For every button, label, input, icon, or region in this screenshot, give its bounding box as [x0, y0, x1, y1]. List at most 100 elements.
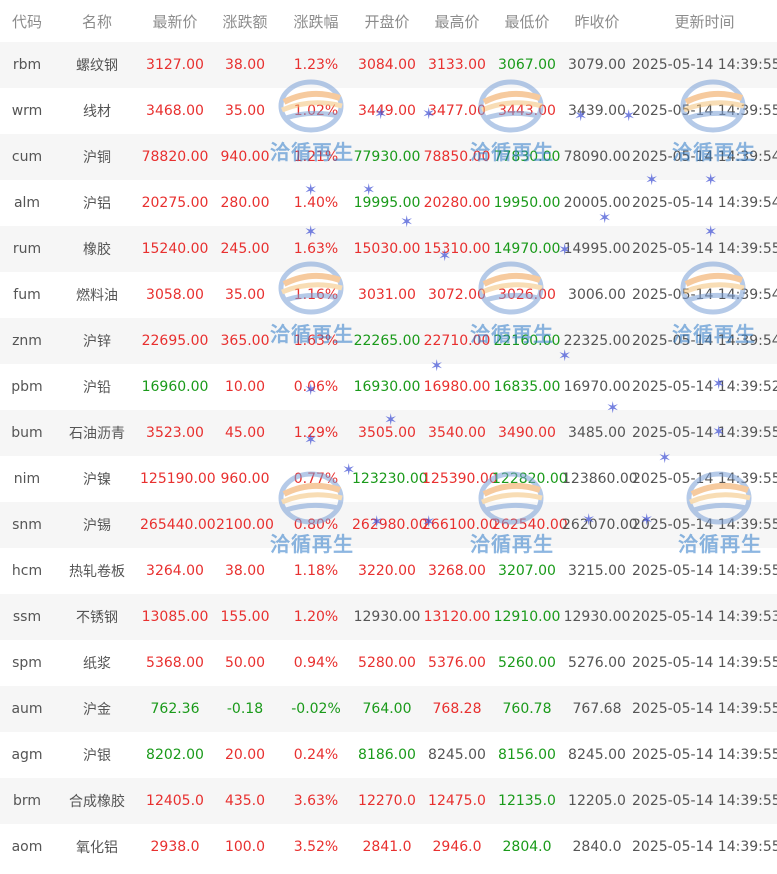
- header-low-price[interactable]: 最低价: [492, 0, 562, 42]
- cell-time: 2025-05-14 14:39:55: [632, 640, 777, 686]
- cell-open: 262980.00: [352, 502, 428, 548]
- table-row[interactable]: spm 纸浆 5368.00 50.00 0.94% 5280.00 5376.00 5260…: [0, 640, 777, 686]
- table-row[interactable]: bum 石油沥青 3523.00 45.00 1.29% 3505.00 3540.00 34…: [0, 410, 777, 456]
- cell-name: 沪铝: [54, 180, 140, 226]
- header-name[interactable]: 名称: [54, 0, 140, 42]
- table-row[interactable]: ssm 不锈钢 13085.00 155.00 1.20% 12930.00 13120.0…: [0, 594, 777, 640]
- cell-prev: 3215.00: [562, 548, 632, 594]
- cell-high: 266100.00: [422, 502, 498, 548]
- cell-code: znm: [0, 318, 54, 364]
- table-row[interactable]: aom 氧化铝 2938.0 100.0 3.52% 2841.0 2946.0 2804.0…: [0, 824, 777, 870]
- cell-prev: 3006.00: [562, 272, 632, 318]
- cell-time: 2025-05-14 14:39:55: [632, 502, 777, 548]
- cell-open: 15030.00: [352, 226, 422, 272]
- cell-name: 氧化铝: [54, 824, 140, 870]
- cell-last: 265440.00: [140, 502, 216, 548]
- cell-prev: 8245.00: [562, 732, 632, 778]
- table-row[interactable]: agm 沪银 8202.00 20.00 0.24% 8186.00 8245.00 8156…: [0, 732, 777, 778]
- cell-chg: 365.00: [210, 318, 280, 364]
- cell-pct: 0.94%: [280, 640, 352, 686]
- cell-code: spm: [0, 640, 54, 686]
- cell-prev: 2840.0: [562, 824, 632, 870]
- cell-low: 2804.0: [492, 824, 562, 870]
- cell-last: 12405.0: [140, 778, 210, 824]
- cell-pct: 3.52%: [280, 824, 352, 870]
- table-row[interactable]: rum 橡胶 15240.00 245.00 1.63% 15030.00 15310.00…: [0, 226, 777, 272]
- cell-name: 沪锌: [54, 318, 140, 364]
- header-update-time[interactable]: 更新时间: [632, 0, 777, 42]
- cell-open: 5280.00: [352, 640, 422, 686]
- cell-last: 15240.00: [140, 226, 210, 272]
- header-last-price[interactable]: 最新价: [140, 0, 210, 42]
- cell-last: 3127.00: [140, 42, 210, 88]
- table-row[interactable]: brm 合成橡胶 12405.0 435.0 3.63% 12270.0 12475.0 12…: [0, 778, 777, 824]
- cell-pct: 3.63%: [280, 778, 352, 824]
- cell-high: 3072.00: [422, 272, 492, 318]
- table-row[interactable]: snm 沪锡 265440.00 2100.00 0.80% 262980.00 26610…: [0, 502, 777, 548]
- cell-time: 2025-05-14 14:39:52: [632, 364, 777, 410]
- cell-high: 3268.00: [422, 548, 492, 594]
- cell-prev: 16970.00: [562, 364, 632, 410]
- cell-pct: 1.02%: [280, 88, 352, 134]
- cell-low: 8156.00: [492, 732, 562, 778]
- cell-high: 3477.00: [422, 88, 492, 134]
- cell-open: 3449.00: [352, 88, 422, 134]
- cell-pct: 1.63%: [280, 226, 352, 272]
- header-change-percent[interactable]: 涨跌幅: [280, 0, 352, 42]
- header-change[interactable]: 涨跌额: [210, 0, 280, 42]
- cell-name: 沪金: [54, 686, 140, 732]
- cell-low: 5260.00: [492, 640, 562, 686]
- table-row[interactable]: nim 沪镍 125190.00 960.00 0.77% 123230.00 125390…: [0, 456, 777, 502]
- cell-code: rbm: [0, 42, 54, 88]
- header-prev-close[interactable]: 昨收价: [562, 0, 632, 42]
- cell-chg: 960.00: [210, 456, 280, 502]
- cell-pct: 0.06%: [280, 364, 352, 410]
- cell-code: brm: [0, 778, 54, 824]
- cell-prev: 767.68: [562, 686, 632, 732]
- cell-code: rum: [0, 226, 54, 272]
- cell-name: 纸浆: [54, 640, 140, 686]
- cell-prev: 262070.00: [562, 502, 638, 548]
- header-high-price[interactable]: 最高价: [422, 0, 492, 42]
- cell-prev: 78090.00: [562, 134, 632, 180]
- cell-open: 3505.00: [352, 410, 422, 456]
- cell-code: agm: [0, 732, 54, 778]
- table-row[interactable]: cum 沪铜 78820.00 940.00 1.21% 77930.00 78850.00…: [0, 134, 777, 180]
- cell-name: 沪锡: [54, 502, 140, 548]
- cell-prev: 12930.00: [562, 594, 632, 640]
- table-row[interactable]: znm 沪锌 22695.00 365.00 1.63% 22265.00 22710.00…: [0, 318, 777, 364]
- table-row[interactable]: fum 燃料油 3058.00 35.00 1.16% 3031.00 3072.00 302…: [0, 272, 777, 318]
- cell-low: 760.78: [492, 686, 562, 732]
- cell-high: 16980.00: [422, 364, 492, 410]
- cell-open: 22265.00: [352, 318, 422, 364]
- table-row[interactable]: hcm 热轧卷板 3264.00 38.00 1.18% 3220.00 3268.00 32…: [0, 548, 777, 594]
- cell-high: 22710.00: [422, 318, 492, 364]
- table-row[interactable]: alm 沪铝 20275.00 280.00 1.40% 19995.00 20280.00…: [0, 180, 777, 226]
- cell-chg: 100.0: [210, 824, 280, 870]
- cell-open: 3031.00: [352, 272, 422, 318]
- cell-open: 3084.00: [352, 42, 422, 88]
- cell-open: 16930.00: [352, 364, 422, 410]
- cell-pct: 1.20%: [280, 594, 352, 640]
- cell-code: aum: [0, 686, 54, 732]
- cell-open: 123230.00: [352, 456, 428, 502]
- table-row[interactable]: aum 沪金 762.36 -0.18 -0.02% 764.00 768.28 760.78…: [0, 686, 777, 732]
- cell-open: 12930.00: [352, 594, 422, 640]
- cell-chg: 50.00: [210, 640, 280, 686]
- header-open-price[interactable]: 开盘价: [352, 0, 422, 42]
- cell-low: 122820.00: [492, 456, 568, 502]
- cell-prev: 5276.00: [562, 640, 632, 686]
- cell-pct: 1.29%: [280, 410, 352, 456]
- cell-last: 20275.00: [140, 180, 210, 226]
- cell-code: nim: [0, 456, 54, 502]
- cell-name: 燃料油: [54, 272, 140, 318]
- cell-code: snm: [0, 502, 54, 548]
- table-row[interactable]: rbm 螺纹钢 3127.00 38.00 1.23% 3084.00 3133.00 306…: [0, 42, 777, 88]
- table-row[interactable]: wrm 线材 3468.00 35.00 1.02% 3449.00 3477.00 3443…: [0, 88, 777, 134]
- header-code[interactable]: 代码: [0, 0, 54, 42]
- cell-chg: 940.00: [210, 134, 280, 180]
- cell-chg: 280.00: [210, 180, 280, 226]
- cell-time: 2025-05-14 14:39:55: [632, 686, 777, 732]
- table-row[interactable]: pbm 沪铅 16960.00 10.00 0.06% 16930.00 16980.00 1…: [0, 364, 777, 410]
- cell-pct: 1.63%: [280, 318, 352, 364]
